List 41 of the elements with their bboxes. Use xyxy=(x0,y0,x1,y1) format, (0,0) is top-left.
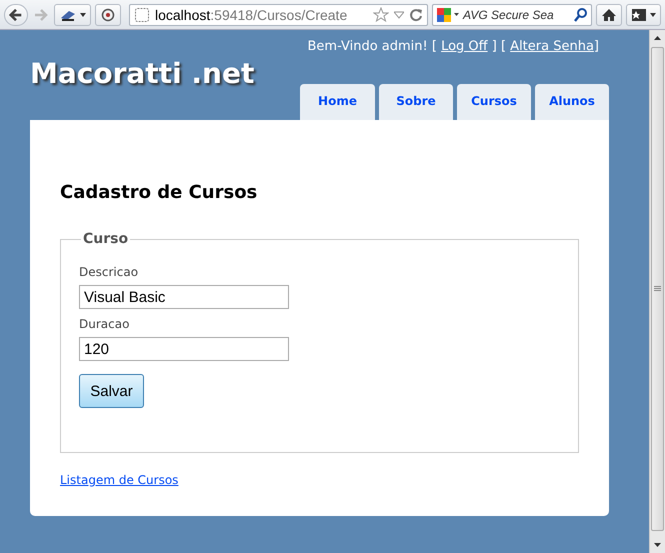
back-arrow-icon xyxy=(9,8,23,22)
address-bar[interactable]: localhost:59418/Cursos/Create xyxy=(129,4,428,26)
grip-icon xyxy=(654,286,661,292)
group-legend: Curso xyxy=(81,231,130,247)
nav-tab[interactable]: Cursos xyxy=(457,84,531,120)
welcome-text: ] [ xyxy=(490,39,508,54)
search-engine-icon[interactable] xyxy=(436,6,460,22)
reload-icon[interactable] xyxy=(409,8,423,22)
welcome-text: Bem-Vindo admin! [ xyxy=(307,39,438,54)
search-icon[interactable] xyxy=(574,8,588,22)
caret-icon xyxy=(80,12,86,16)
nav-tab[interactable]: Sobre xyxy=(379,84,453,120)
search-field[interactable]: AVG Secure Sea xyxy=(432,4,592,26)
caret-icon xyxy=(650,12,656,16)
addon-button[interactable] xyxy=(54,4,91,26)
welcome-text: ] xyxy=(594,39,599,54)
back-link[interactable]: Listagem de Cursos xyxy=(60,473,178,487)
scroll-down-icon[interactable] xyxy=(654,543,661,547)
page-icon xyxy=(134,6,150,22)
addon-button[interactable] xyxy=(95,4,121,26)
header-link[interactable]: Log Off xyxy=(441,39,488,54)
input-field[interactable]: 120 xyxy=(79,337,289,361)
page-heading: Cadastro de Cursos xyxy=(60,182,258,203)
header-link[interactable]: Altera Senha xyxy=(510,39,594,54)
scrollbar[interactable] xyxy=(649,30,665,553)
target-icon xyxy=(100,8,116,22)
input-field[interactable]: Visual Basic xyxy=(79,285,289,309)
save-button[interactable]: Salvar xyxy=(79,374,144,408)
scroll-up-icon[interactable] xyxy=(654,36,661,40)
scroll-thumb[interactable] xyxy=(651,47,664,531)
home-button[interactable] xyxy=(596,4,622,26)
field-label: Duracao xyxy=(79,317,130,331)
star-icon[interactable] xyxy=(373,6,389,22)
back-button[interactable] xyxy=(4,4,28,26)
bookmarks-button[interactable] xyxy=(626,4,661,26)
site-logo: Macoratti .net xyxy=(30,57,254,92)
nav-tab[interactable]: Home xyxy=(300,84,375,120)
home-icon xyxy=(601,8,617,22)
dropdown-arrow-icon[interactable] xyxy=(394,10,404,18)
field-label: Descricao xyxy=(79,265,140,279)
nav-tab[interactable]: Alunos xyxy=(535,84,609,120)
